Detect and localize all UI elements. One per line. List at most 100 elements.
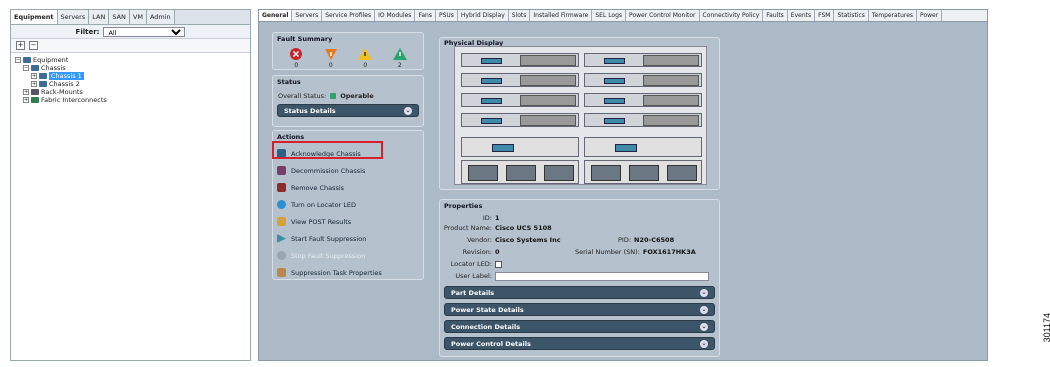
expand-toggle-icon[interactable]: + <box>31 73 37 79</box>
tab-servers[interactable]: Servers <box>57 10 90 24</box>
blade-slot-2[interactable] <box>584 53 702 67</box>
blade-slot-5[interactable] <box>461 93 579 107</box>
tree-node-chassis-1[interactable]: + Chassis 1 <box>15 72 246 80</box>
fan-icon <box>468 165 498 181</box>
expand-all-button[interactable]: + <box>16 41 25 50</box>
tab-temperatures[interactable]: Temperatures <box>869 10 918 21</box>
chassis-image[interactable] <box>454 46 707 185</box>
user-label-input[interactable] <box>495 272 709 281</box>
action-label: Turn on Locator LED <box>291 200 357 209</box>
navigation-panel: Equipment Servers LAN SAN VM Admin Filte… <box>10 9 251 361</box>
tree-node-chassis[interactable]: − Chassis <box>15 64 246 72</box>
blade-bay <box>643 75 699 86</box>
chassis-icon <box>31 65 39 71</box>
io-module-1[interactable] <box>461 137 579 157</box>
expand-toggle-icon[interactable]: + <box>31 81 37 87</box>
fault-summary-counts: 0 0 0 2 <box>273 45 423 71</box>
status-panel: Status Overall Status: Operable Status D… <box>272 75 424 127</box>
tab-hybrid-display[interactable]: Hybrid Display <box>458 10 509 21</box>
tab-admin[interactable]: Admin <box>146 10 175 24</box>
fan-icon <box>591 165 621 181</box>
expand-toggle-icon[interactable]: + <box>23 97 29 103</box>
decommission-chassis-action[interactable]: Decommission Chassis <box>273 162 423 179</box>
prop-value: N20-C6508 <box>634 236 675 244</box>
tab-san[interactable]: SAN <box>109 10 130 24</box>
chevron-down-icon: ⌄ <box>700 305 708 314</box>
prop-label: User Label: <box>455 272 492 280</box>
blade-slot-7[interactable] <box>461 113 579 127</box>
tab-installed-firmware[interactable]: Installed Firmware <box>530 10 593 21</box>
warning-fault[interactable]: 2 <box>392 47 408 69</box>
prop-row-serial: Serial Number (SN): FOX1617HK3A <box>575 248 696 257</box>
minor-fault[interactable]: 0 <box>357 47 373 69</box>
connection-details-toggle[interactable]: Connection Details ⌄ <box>444 320 715 333</box>
tab-equipment[interactable]: Equipment <box>11 10 58 24</box>
view-post-results-action[interactable]: View POST Results <box>273 213 423 230</box>
major-fault[interactable]: 0 <box>323 47 339 69</box>
tab-general[interactable]: General <box>259 10 293 21</box>
expand-toggle-icon[interactable]: + <box>23 89 29 95</box>
collapse-toggle-icon[interactable]: − <box>23 65 29 71</box>
tree-node-chassis-2[interactable]: + Chassis 2 <box>15 80 246 88</box>
tree-node-fabric-interconnects[interactable]: + Fabric Interconnects <box>15 96 246 104</box>
filter-select[interactable]: All <box>103 26 186 37</box>
properties-fields: ID: 1 Product Name: Cisco UCS 5108 Vendor:… <box>440 212 719 292</box>
remove-chassis-action[interactable]: Remove Chassis <box>273 179 423 196</box>
blade-slot-8[interactable] <box>584 113 702 127</box>
blade-bay <box>643 55 699 66</box>
led-icon <box>277 200 286 209</box>
blade-slot-6[interactable] <box>584 93 702 107</box>
locator-led-checkbox[interactable] <box>495 261 502 268</box>
fan-icon <box>506 165 536 181</box>
power-state-details-toggle[interactable]: Power State Details ⌄ <box>444 303 715 316</box>
tree-label-rack-mounts: Rack-Mounts <box>41 88 83 96</box>
properties-panel: Properties ID: 1 Product Name: Cisco UCS 5… <box>439 199 720 357</box>
tab-servers[interactable]: Servers <box>292 10 323 21</box>
chevron-down-icon: ⌄ <box>700 288 708 297</box>
psu-fan-bay-2[interactable] <box>584 160 702 184</box>
tab-faults[interactable]: Faults <box>763 10 788 21</box>
tree-node-equipment[interactable]: − Equipment <box>15 56 246 64</box>
io-module-port <box>492 144 514 152</box>
post-icon <box>277 217 286 226</box>
tab-lan[interactable]: LAN <box>89 10 110 24</box>
tree-node-rack-mounts[interactable]: + Rack-Mounts <box>15 88 246 96</box>
operable-icon <box>330 93 337 99</box>
tab-fsm[interactable]: FSM <box>815 10 835 21</box>
tab-slots[interactable]: Slots <box>509 10 531 21</box>
tab-service-profiles[interactable]: Service Profiles <box>322 10 376 21</box>
major-fault-count: 0 <box>328 62 333 69</box>
status-details-toggle[interactable]: Status Details ⌄ <box>277 104 419 117</box>
equipment-icon <box>23 57 31 63</box>
blade-bay <box>520 115 576 126</box>
fan-icon <box>629 165 659 181</box>
tab-vm[interactable]: VM <box>129 10 147 24</box>
fabric-interconnect-icon <box>31 97 39 103</box>
properties-sections: Part Details ⌄ Power State Details ⌄ Conne… <box>444 286 715 354</box>
tab-events[interactable]: Events <box>788 10 816 21</box>
tab-power[interactable]: Power <box>917 10 943 21</box>
power-control-details-toggle[interactable]: Power Control Details ⌄ <box>444 337 715 350</box>
io-module-2[interactable] <box>584 137 702 157</box>
turn-on-locator-led-action[interactable]: Turn on Locator LED <box>273 196 423 213</box>
tab-statistics[interactable]: Statistics <box>834 10 869 21</box>
start-fault-suppression-action[interactable]: Start Fault Suppression <box>273 230 423 247</box>
filter-label: Filter: <box>75 27 100 36</box>
collapse-toggle-icon[interactable]: − <box>15 57 21 63</box>
psu-fan-bay-1[interactable] <box>461 160 579 184</box>
blade-slot-1[interactable] <box>461 53 579 67</box>
blade-slot-4[interactable] <box>584 73 702 87</box>
tab-sel-logs[interactable]: SEL Logs <box>592 10 627 21</box>
collapse-all-button[interactable]: − <box>29 41 38 50</box>
critical-fault[interactable]: 0 <box>288 47 304 69</box>
tab-power-control-monitor[interactable]: Power Control Monitor <box>626 10 700 21</box>
blade-slot-3[interactable] <box>461 73 579 87</box>
tab-fans[interactable]: Fans <box>415 10 436 21</box>
part-details-toggle[interactable]: Part Details ⌄ <box>444 286 715 299</box>
work-tabs: General Servers Service Profiles IO Modu… <box>259 10 987 22</box>
tab-psus[interactable]: PSUs <box>436 10 458 21</box>
tab-connectivity-policy[interactable]: Connectivity Policy <box>700 10 764 21</box>
suppression-task-properties-action[interactable]: Suppression Task Properties <box>273 264 423 281</box>
prop-label: Vendor: <box>467 236 492 244</box>
tab-io-modules[interactable]: IO Modules <box>375 10 416 21</box>
